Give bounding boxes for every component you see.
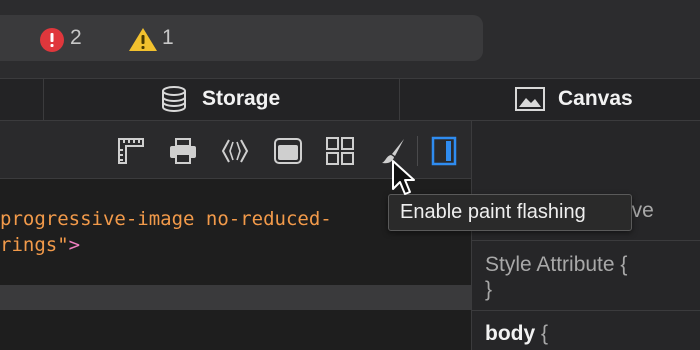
sidebar-divider xyxy=(472,240,700,241)
tooltip-text: Enable paint flashing xyxy=(400,201,586,223)
style-attribute-close: } xyxy=(485,278,493,301)
tab-divider xyxy=(43,78,44,121)
print-icon[interactable] xyxy=(168,136,198,166)
sidebar-toggle-icon[interactable] xyxy=(429,136,459,166)
selected-row[interactable] xyxy=(0,285,471,310)
error-icon[interactable] xyxy=(39,27,65,53)
window-icon[interactable] xyxy=(273,136,303,166)
warning-icon[interactable] xyxy=(128,26,158,52)
css-rule-selector[interactable]: body { xyxy=(485,321,548,347)
toolbar-divider xyxy=(417,136,418,166)
tab-storage[interactable]: Storage xyxy=(202,86,280,112)
mouse-cursor-icon xyxy=(392,160,415,195)
database-icon xyxy=(162,86,186,113)
angle-brackets-icon[interactable] xyxy=(220,136,250,166)
dom-tree-empty xyxy=(0,310,471,350)
code-line-1[interactable]: progressive-image no-reduced- xyxy=(0,206,332,232)
attribute-value: rings" xyxy=(0,234,69,256)
tag-bracket: > xyxy=(68,234,81,256)
error-count[interactable]: 2 xyxy=(70,15,82,61)
style-attribute-header: Style Attribute { xyxy=(485,253,628,276)
grid-icon[interactable] xyxy=(325,136,355,166)
code-line-2[interactable]: rings"> xyxy=(0,232,80,258)
warning-count[interactable]: 1 xyxy=(162,15,174,61)
styles-sidebar xyxy=(471,121,700,350)
sidebar-divider xyxy=(472,310,700,311)
ruler-icon[interactable] xyxy=(116,136,146,166)
tab-canvas[interactable]: Canvas xyxy=(558,86,633,112)
image-icon xyxy=(515,87,545,111)
tab-divider xyxy=(399,78,400,121)
